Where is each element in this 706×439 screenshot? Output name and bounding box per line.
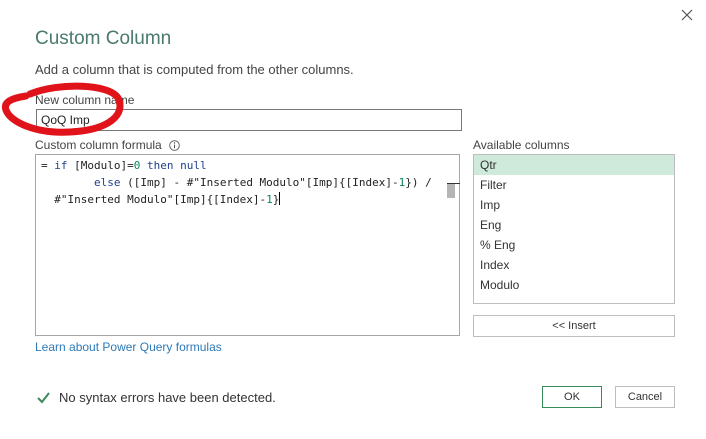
info-icon[interactable]	[169, 140, 180, 151]
checkmark-icon	[37, 392, 50, 404]
available-column-item[interactable]: Imp	[474, 195, 674, 215]
close-icon[interactable]	[676, 4, 698, 26]
formula-line-2: else ([Imp] - #"Inserted Modulo"[Imp]{[I…	[93, 176, 432, 189]
available-columns-list[interactable]: Qtr Filter Imp Eng % Eng Index Modulo	[473, 154, 675, 304]
new-column-name-label: New column name	[35, 93, 135, 107]
formula-label: Custom column formula	[35, 138, 162, 152]
cancel-button[interactable]: Cancel	[615, 386, 675, 408]
available-column-item[interactable]: Index	[474, 255, 674, 275]
dialog-subtitle: Add a column that is computed from the o…	[35, 62, 354, 77]
available-column-item[interactable]: Filter	[474, 175, 674, 195]
scrollbar-thumb[interactable]	[447, 184, 455, 198]
available-column-item[interactable]: Qtr	[474, 155, 674, 175]
dialog-title: Custom Column	[35, 28, 172, 49]
insert-button[interactable]: << Insert	[473, 315, 675, 337]
custom-column-dialog: Custom Column Add a column that is compu…	[0, 0, 706, 439]
formula-line-1: = if [Modulo]=0 then null	[41, 159, 207, 172]
available-column-item[interactable]: Modulo	[474, 275, 674, 295]
learn-formulas-link[interactable]: Learn about Power Query formulas	[35, 340, 222, 354]
available-columns-label: Available columns	[473, 138, 570, 152]
available-column-item[interactable]: Eng	[474, 215, 674, 235]
formula-line-3: #"Inserted Modulo"[Imp]{[Index]-1}	[41, 192, 281, 206]
available-column-item[interactable]: % Eng	[474, 235, 674, 255]
ok-button[interactable]: OK	[542, 386, 602, 408]
new-column-name-input[interactable]	[36, 109, 462, 131]
formula-editor[interactable]: = if [Modulo]=0 then null else ([Imp] - …	[35, 154, 460, 336]
text-caret	[279, 192, 281, 205]
syntax-status-text: No syntax errors have been detected.	[59, 390, 276, 405]
